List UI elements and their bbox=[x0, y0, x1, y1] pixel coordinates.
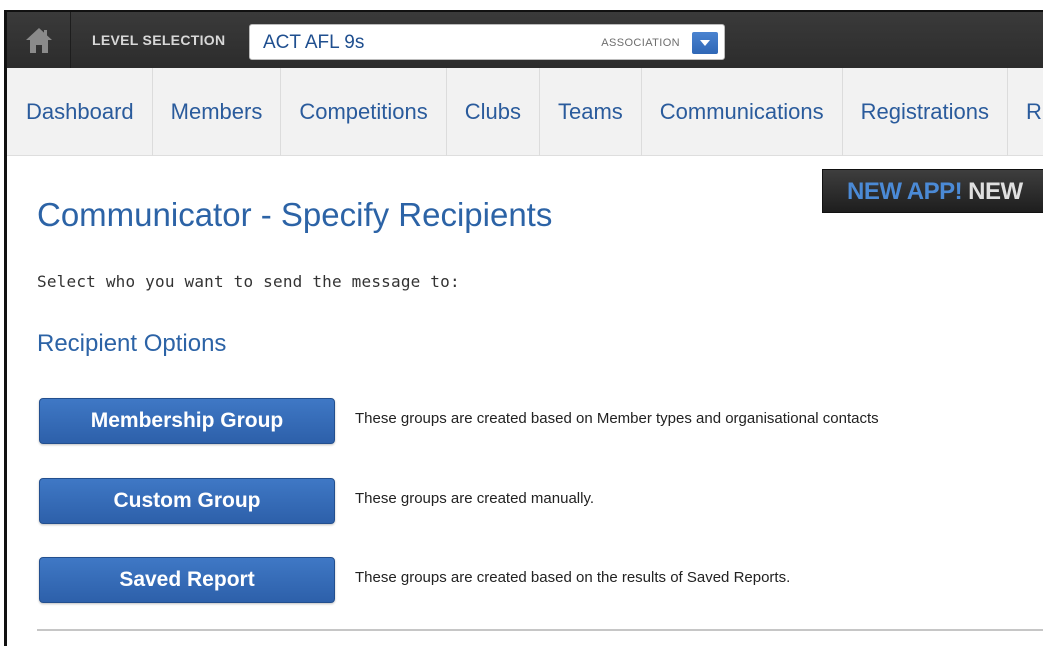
nav-dashboard[interactable]: Dashboard bbox=[7, 68, 153, 156]
nav-reports-truncated[interactable]: R bbox=[1008, 68, 1043, 156]
nav-registrations[interactable]: Registrations bbox=[843, 68, 1008, 156]
page-title: Communicator - Specify Recipients bbox=[37, 196, 553, 233]
banner-new: NEW bbox=[968, 178, 1023, 205]
saved-report-description: These groups are created based on the re… bbox=[355, 569, 791, 586]
instruction-text: Select who you want to send the message … bbox=[37, 272, 460, 291]
nav-communications[interactable]: Communications bbox=[642, 68, 843, 156]
section-divider bbox=[37, 629, 1043, 631]
main-nav: Dashboard Members Competitions Clubs Tea… bbox=[7, 68, 1043, 156]
recipient-options-heading: Recipient Options bbox=[37, 330, 227, 357]
nav-clubs[interactable]: Clubs bbox=[447, 68, 540, 156]
custom-group-description: These groups are created manually. bbox=[355, 490, 595, 507]
custom-group-button[interactable]: Custom Group bbox=[39, 478, 335, 524]
chevron-down-icon bbox=[700, 40, 710, 46]
level-type-label: ASSOCIATION bbox=[601, 37, 680, 49]
nav-teams[interactable]: Teams bbox=[540, 68, 642, 156]
level-selection-label: LEVEL SELECTION bbox=[92, 32, 226, 48]
nav-competitions[interactable]: Competitions bbox=[281, 68, 447, 156]
membership-group-button[interactable]: Membership Group bbox=[39, 398, 335, 444]
nav-members[interactable]: Members bbox=[153, 68, 282, 156]
top-bar: LEVEL SELECTION ACT AFL 9s ASSOCIATION bbox=[7, 12, 1043, 68]
app-window: LEVEL SELECTION ACT AFL 9s ASSOCIATION D… bbox=[4, 10, 1043, 646]
membership-group-description: These groups are created based on Member… bbox=[355, 410, 879, 427]
home-button[interactable] bbox=[7, 12, 71, 68]
saved-report-button[interactable]: Saved Report bbox=[39, 557, 335, 603]
level-dropdown-button[interactable] bbox=[692, 32, 718, 54]
new-app-banner[interactable]: NEW APP! NEW bbox=[822, 169, 1043, 213]
banner-new-app: NEW APP! bbox=[847, 178, 963, 205]
level-select[interactable]: ACT AFL 9s ASSOCIATION bbox=[249, 24, 725, 60]
home-icon bbox=[25, 28, 52, 53]
level-select-value: ACT AFL 9s bbox=[263, 32, 365, 53]
